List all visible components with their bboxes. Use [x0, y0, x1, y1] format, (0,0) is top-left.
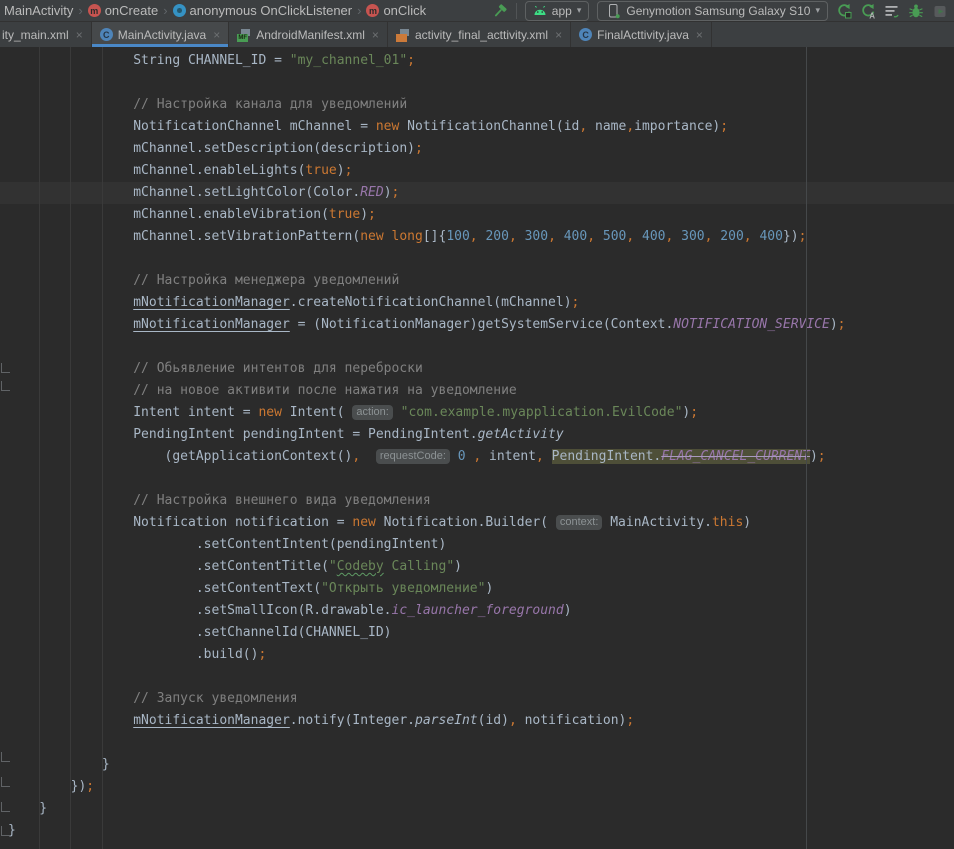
code-lines: String CHANNEL_ID = "my_channel_01"; // … — [0, 47, 954, 842]
breadcrumb-separator-icon: › — [162, 3, 168, 18]
close-icon[interactable]: × — [213, 28, 220, 42]
breadcrumb-separator-icon: › — [77, 3, 83, 18]
code-line: }); — [0, 776, 954, 798]
close-icon[interactable]: × — [696, 28, 703, 42]
navigation-bar: MainActivity › m onCreate › anonymous On… — [0, 0, 954, 22]
fold-marker[interactable] — [1, 363, 10, 373]
fold-marker[interactable] — [1, 826, 10, 836]
anonymous-class-icon — [173, 4, 186, 17]
apply-code-changes-icon[interactable]: A — [860, 3, 876, 19]
code-line: .setSmallIcon(R.drawable.ic_launcher_for… — [0, 600, 954, 622]
tab-label: activity_final_acttivity.xml — [415, 28, 548, 42]
code-line: String CHANNEL_ID = "my_channel_01"; — [0, 50, 954, 72]
svg-text:A: A — [869, 11, 875, 19]
code-line: // на новое активити после нажатия на ув… — [0, 380, 954, 402]
code-line: .setChannelId(CHANNEL_ID) — [0, 622, 954, 644]
tab-activity-main-xml[interactable]: ity_main.xml × — [0, 22, 92, 47]
code-line: Intent intent = new Intent( action: "com… — [0, 402, 954, 424]
device-selector[interactable]: Genymotion Samsung Galaxy S10 ▾ — [597, 1, 828, 21]
code-editor[interactable]: String CHANNEL_ID = "my_channel_01"; // … — [0, 47, 954, 849]
tab-finalacttivity-java[interactable]: C FinalActtivity.java × — [571, 22, 712, 47]
breadcrumb-item-label: MainActivity — [4, 3, 73, 18]
chevron-down-icon: ▾ — [815, 5, 820, 16]
code-line: NotificationChannel mChannel = new Notif… — [0, 116, 954, 138]
code-line: } — [0, 820, 954, 842]
code-line: .setContentText("Открыть уведомление") — [0, 578, 954, 600]
code-line: .build(); — [0, 644, 954, 666]
tab-mainactivity-java[interactable]: C MainActivity.java × — [92, 22, 230, 47]
breadcrumb-item-mainactivity[interactable]: MainActivity — [2, 3, 75, 18]
tab-androidmanifest-xml[interactable]: MF AndroidManifest.xml × — [229, 22, 388, 47]
tab-label: MainActivity.java — [118, 28, 206, 42]
code-line: mChannel.setDescription(description); — [0, 138, 954, 160]
code-line: } — [0, 798, 954, 820]
module-selector[interactable]: app ▾ — [525, 1, 590, 21]
code-line: // Настройка внешнего вида уведомления — [0, 490, 954, 512]
close-icon[interactable]: × — [76, 28, 83, 42]
code-line — [0, 666, 954, 688]
breadcrumb-item-oncreate[interactable]: m onCreate — [86, 3, 160, 18]
phone-icon — [605, 3, 621, 19]
code-line: mNotificationManager.createNotificationC… — [0, 292, 954, 314]
code-line: mChannel.enableLights(true); — [0, 160, 954, 182]
method-icon: m — [88, 4, 101, 17]
breadcrumb-item-anonymous-onclicklistener[interactable]: anonymous OnClickListener — [171, 3, 355, 18]
code-line: mChannel.setVibrationPattern(new long[]{… — [0, 226, 954, 248]
tab-label: ity_main.xml — [2, 28, 69, 42]
code-line: .setContentIntent(pendingIntent) — [0, 534, 954, 556]
code-line: } — [0, 754, 954, 776]
manifest-file-icon: MF — [237, 28, 251, 42]
breadcrumb-separator-icon: › — [356, 3, 362, 18]
code-line: .setContentTitle("Codeby Calling") — [0, 556, 954, 578]
android-icon — [533, 6, 547, 16]
code-line: Notification notification = new Notifica… — [0, 512, 954, 534]
layout-xml-file-icon — [396, 28, 410, 42]
code-line-caret: mChannel.setLightColor(Color.RED); — [0, 182, 954, 204]
apply-changes-icon[interactable] — [836, 3, 852, 19]
chevron-down-icon: ▾ — [577, 5, 582, 16]
code-line: // Обьявление интентов для переброски — [0, 358, 954, 380]
close-icon[interactable]: × — [372, 28, 379, 42]
code-line — [0, 72, 954, 94]
code-line — [0, 248, 954, 270]
code-line — [0, 468, 954, 490]
breadcrumb-item-onclick[interactable]: m onClick — [364, 3, 428, 18]
breadcrumb-item-label: onCreate — [105, 3, 158, 18]
profiler-icon[interactable] — [884, 3, 900, 19]
code-line — [0, 732, 954, 754]
build-hammer-icon[interactable] — [492, 3, 508, 19]
toolbar-divider — [516, 3, 517, 19]
tab-label: FinalActtivity.java — [597, 28, 689, 42]
code-line: // Запуск уведомления — [0, 688, 954, 710]
fold-marker[interactable] — [1, 777, 10, 787]
code-line: mNotificationManager.notify(Integer.pars… — [0, 710, 954, 732]
tab-activity-final-acttivity-xml[interactable]: activity_final_acttivity.xml × — [388, 22, 571, 47]
module-selector-label: app — [552, 4, 572, 18]
tab-label: AndroidManifest.xml — [256, 28, 365, 42]
code-line: (getApplicationContext(), requestCode: 0… — [0, 446, 954, 468]
close-icon[interactable]: × — [555, 28, 562, 42]
code-line: PendingIntent pendingIntent = PendingInt… — [0, 424, 954, 446]
attach-debugger-icon[interactable] — [932, 3, 948, 19]
debug-icon[interactable] — [908, 3, 924, 19]
java-class-icon: C — [579, 28, 592, 41]
code-line: // Настройка канала для уведомлений — [0, 94, 954, 116]
fold-marker[interactable] — [1, 802, 10, 812]
fold-marker[interactable] — [1, 381, 10, 391]
editor-tab-bar: ity_main.xml × C MainActivity.java × MF … — [0, 22, 954, 47]
java-class-icon: C — [100, 28, 113, 41]
breadcrumb: MainActivity › m onCreate › anonymous On… — [2, 3, 492, 18]
device-selector-label: Genymotion Samsung Galaxy S10 — [626, 4, 810, 18]
code-line: // Настройка менеджера уведомлений — [0, 270, 954, 292]
code-line — [0, 336, 954, 358]
code-line: mNotificationManager = (NotificationMana… — [0, 314, 954, 336]
breadcrumb-item-label: anonymous OnClickListener — [190, 3, 353, 18]
method-icon: m — [366, 4, 379, 17]
breadcrumb-item-label: onClick — [383, 3, 426, 18]
fold-marker[interactable] — [1, 752, 10, 762]
code-line: mChannel.enableVibration(true); — [0, 204, 954, 226]
